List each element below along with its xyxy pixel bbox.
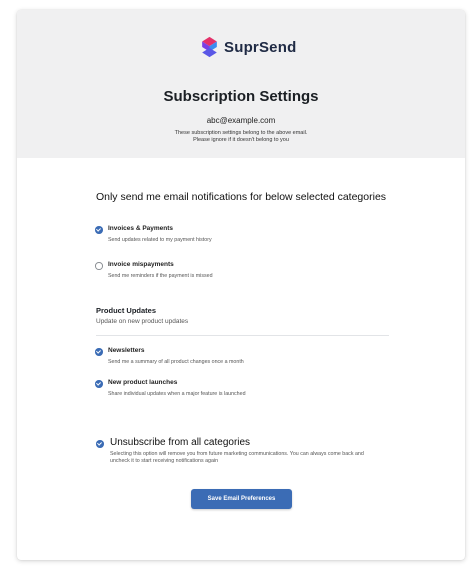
brand-logo: SuprSend <box>200 36 296 58</box>
suprsend-logo-icon <box>202 36 217 58</box>
user-email: abc@example.com <box>206 116 276 125</box>
header: SuprSend Subscription Settings abc@examp… <box>17 10 465 158</box>
unsubscribe-label: Unsubscribe from all categories <box>110 437 251 448</box>
option-label: Invoice mispayments <box>108 261 174 268</box>
checkbox-unchecked-icon[interactable] <box>95 262 103 270</box>
save-preferences-button[interactable]: Save Email Preferences <box>191 489 292 509</box>
option-label: New product launches <box>108 379 178 386</box>
option-label: Newsletters <box>108 347 145 354</box>
ownership-note-line2: Please ignore if it doesn't belong to yo… <box>193 137 289 143</box>
option-description: Send me a summary of all product changes… <box>108 359 244 365</box>
group-title: Product Updates <box>96 306 157 315</box>
option-description: Send updates related to my payment histo… <box>108 237 212 243</box>
page-title: Subscription Settings <box>163 88 319 105</box>
brand-name: SuprSend <box>224 38 297 56</box>
unsubscribe-description: Selecting this option will remove you fr… <box>110 451 364 464</box>
checkbox-checked-icon[interactable] <box>95 226 103 234</box>
option-description: Send me reminders if the payment is miss… <box>108 273 213 279</box>
option-description: Share individual updates when a major fe… <box>108 391 246 397</box>
ownership-note: These subscription settings belong to th… <box>17 130 465 144</box>
option-label: Invoices & Payments <box>108 225 174 232</box>
preferences-card: SuprSend Subscription Settings abc@examp… <box>17 10 465 560</box>
divider <box>96 335 389 336</box>
checkbox-checked-icon[interactable] <box>95 380 103 388</box>
ownership-note-line1: These subscription settings belong to th… <box>174 130 308 136</box>
checkbox-checked-icon[interactable] <box>95 348 103 356</box>
categories-heading: Only send me email notifications for bel… <box>95 191 387 203</box>
group-description: Update on new product updates <box>96 318 189 325</box>
checkbox-checked-icon[interactable] <box>96 440 104 448</box>
